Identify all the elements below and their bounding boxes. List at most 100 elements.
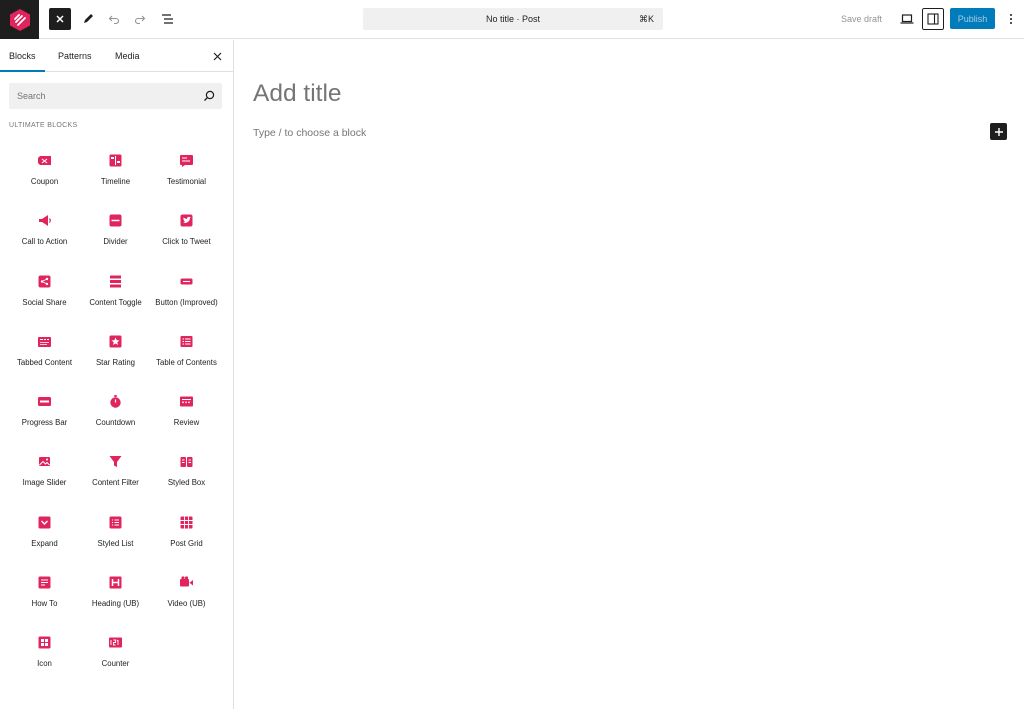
undo-icon	[108, 15, 120, 25]
block-item-label: Tabbed Content	[16, 357, 73, 367]
document-overview-button[interactable]	[156, 8, 178, 30]
block-item-content-filter[interactable]: Content Filter	[80, 444, 151, 504]
block-item-label: Content Toggle	[89, 297, 142, 307]
image-slider-icon	[37, 454, 52, 469]
video-icon	[179, 575, 194, 590]
block-item-icon[interactable]: Icon	[9, 625, 80, 685]
close-panel-button[interactable]	[210, 49, 224, 63]
block-item-testimonial[interactable]: Testimonial	[151, 143, 222, 203]
post-title-input[interactable]: Add title	[253, 80, 342, 108]
block-appender[interactable]: Type / to choose a block	[253, 127, 366, 139]
block-item-review[interactable]: Review	[151, 384, 222, 444]
sidebar-icon	[927, 13, 939, 25]
inserter-tabs: Blocks Patterns Media	[0, 40, 233, 72]
publish-button[interactable]: Publish	[950, 8, 995, 29]
block-item-divider[interactable]: Divider	[80, 203, 151, 263]
block-item-button-improved[interactable]: Button (Improved)	[151, 264, 222, 324]
shortcut-label: ⌘K	[638, 14, 654, 24]
redo-icon	[134, 15, 146, 25]
block-item-tabbed-content[interactable]: Tabbed Content	[9, 324, 80, 384]
block-item-call-to-action[interactable]: Call to Action	[9, 203, 80, 263]
block-item-expand[interactable]: Expand	[9, 505, 80, 565]
block-item-label: Heading (UB)	[91, 599, 140, 609]
block-inserter-panel: Blocks Patterns Media ULTIMATE BLOCKS Co…	[0, 40, 234, 709]
twitter-icon	[179, 213, 194, 228]
block-item-content-toggle[interactable]: Content Toggle	[80, 264, 151, 324]
star-icon	[108, 334, 123, 349]
options-menu-button[interactable]	[1000, 8, 1022, 30]
filter-icon	[108, 454, 123, 469]
block-grid: Coupon Timeline Testimonial Call to Action D…	[9, 143, 222, 686]
close-icon	[56, 15, 64, 23]
search-input[interactable]	[9, 83, 199, 109]
site-logo[interactable]	[0, 0, 39, 39]
block-item-counter[interactable]: Counter	[80, 625, 151, 685]
tab-patterns[interactable]: Patterns	[58, 40, 92, 72]
styled-list-icon	[108, 515, 123, 530]
settings-sidebar-toggle[interactable]	[921, 7, 945, 31]
toggle-icon	[108, 274, 123, 289]
category-heading: ULTIMATE BLOCKS	[9, 122, 78, 129]
how-to-icon	[37, 575, 52, 590]
close-inserter-button[interactable]	[49, 8, 71, 30]
site-logo-icon	[9, 8, 30, 31]
heading-icon	[108, 575, 123, 590]
block-item-label: Expand	[31, 538, 58, 548]
block-item-label: Progress Bar	[21, 418, 68, 428]
block-item-progress-bar[interactable]: Progress Bar	[9, 384, 80, 444]
block-item-star-rating[interactable]: Star Rating	[80, 324, 151, 384]
block-item-label: Image Slider	[22, 478, 67, 488]
block-item-label: Timeline	[100, 177, 131, 186]
tab-blocks[interactable]: Blocks	[0, 40, 45, 72]
button-icon	[179, 274, 194, 289]
testimonial-icon	[179, 153, 194, 168]
block-item-label: Button (Improved)	[155, 297, 218, 307]
progress-bar-icon	[37, 394, 52, 409]
block-item-label: Countdown	[95, 418, 136, 428]
tabs-icon	[37, 334, 52, 349]
share-icon	[37, 274, 52, 289]
review-icon	[179, 394, 194, 409]
document-title-label: No title · Post	[485, 14, 541, 24]
block-search	[9, 83, 222, 109]
icon-block-icon	[37, 635, 52, 650]
block-item-table-of-contents[interactable]: Table of Contents	[151, 324, 222, 384]
editor-header: No title · Post ⌘K Save draft Publish	[0, 0, 1024, 39]
block-item-label: Video (UB)	[167, 599, 206, 609]
block-item-label: How To	[31, 599, 58, 609]
block-item-image-slider[interactable]: Image Slider	[9, 444, 80, 504]
save-draft-button[interactable]: Save draft	[833, 8, 890, 30]
block-item-label: Counter	[101, 659, 130, 669]
redo-button[interactable]	[129, 8, 151, 30]
block-item-label: Social Share	[22, 297, 67, 307]
block-item-label: Testimonial	[167, 177, 206, 186]
timeline-icon	[108, 153, 123, 168]
divider-icon	[108, 213, 123, 228]
block-item-timeline[interactable]: Timeline	[80, 143, 151, 203]
preview-button[interactable]	[896, 8, 918, 30]
coupon-icon	[37, 153, 52, 168]
block-item-post-grid[interactable]: Post Grid	[151, 505, 222, 565]
add-block-button[interactable]	[990, 123, 1007, 140]
block-item-video-ub[interactable]: Video (UB)	[151, 565, 222, 625]
block-item-how-to[interactable]: How To	[9, 565, 80, 625]
block-item-social-share[interactable]: Social Share	[9, 264, 80, 324]
block-item-click-to-tweet[interactable]: Click to Tweet	[151, 203, 222, 263]
block-item-label: Review	[173, 418, 200, 428]
block-item-styled-box[interactable]: Styled Box	[151, 444, 222, 504]
command-palette-button[interactable]: No title · Post ⌘K	[363, 8, 663, 30]
tab-media[interactable]: Media	[115, 40, 140, 72]
toc-icon	[179, 334, 194, 349]
tools-button[interactable]	[77, 8, 99, 30]
block-item-countdown[interactable]: Countdown	[80, 384, 151, 444]
block-item-label: Divider	[103, 237, 128, 247]
post-grid-icon	[179, 515, 194, 530]
undo-button[interactable]	[103, 8, 125, 30]
block-item-coupon[interactable]: Coupon	[9, 143, 80, 203]
editor-canvas: Add title Type / to choose a block	[234, 40, 1024, 709]
desktop-icon	[900, 14, 914, 24]
block-item-styled-list[interactable]: Styled List	[80, 505, 151, 565]
block-item-heading-ub[interactable]: Heading (UB)	[80, 565, 151, 625]
plus-icon	[994, 127, 1003, 136]
more-vertical-icon	[1010, 14, 1012, 24]
